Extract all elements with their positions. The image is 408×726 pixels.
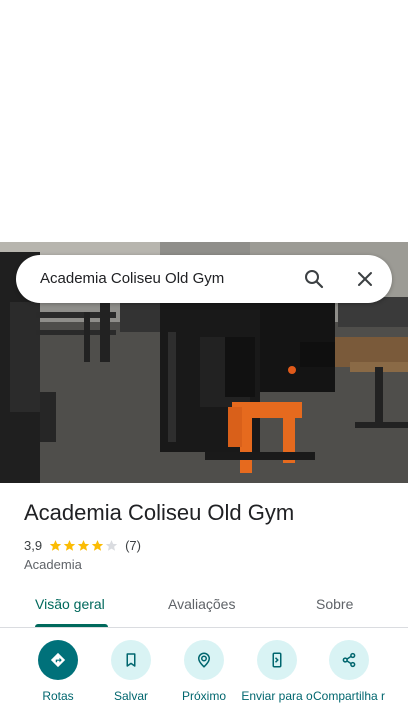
active-tab-indicator bbox=[35, 624, 108, 627]
rating-row[interactable]: 3,9 (7) bbox=[24, 537, 141, 553]
save-label: Salvar bbox=[113, 689, 148, 703]
rating-stars bbox=[49, 539, 119, 552]
nearby-button[interactable]: Próximo bbox=[164, 640, 244, 703]
share-button[interactable]: Compartilha r bbox=[309, 640, 389, 703]
review-count[interactable]: (7) bbox=[125, 538, 141, 553]
send-to-phone-label: Enviar para o bbox=[241, 689, 313, 703]
send-to-phone-button[interactable]: Enviar para o bbox=[237, 640, 317, 703]
share-icon[interactable] bbox=[329, 640, 369, 680]
directions-icon[interactable] bbox=[38, 640, 78, 680]
map-area-blank bbox=[0, 0, 408, 242]
search-icon[interactable] bbox=[302, 267, 326, 291]
star-icon bbox=[91, 539, 104, 551]
close-icon[interactable] bbox=[353, 267, 377, 291]
tab-overview[interactable]: Visão geral bbox=[35, 596, 105, 612]
share-label: Compartilha r bbox=[312, 689, 386, 703]
save-button[interactable]: Salvar bbox=[91, 640, 171, 703]
star-empty-icon bbox=[105, 539, 118, 551]
place-category: Academia bbox=[24, 557, 82, 572]
rating-value: 3,9 bbox=[24, 537, 43, 553]
directions-button[interactable]: Rotas bbox=[18, 640, 98, 703]
bookmark-icon[interactable] bbox=[111, 640, 151, 680]
star-icon bbox=[77, 539, 90, 551]
star-icon bbox=[63, 539, 76, 551]
search-query[interactable]: Academia Coliseu Old Gym bbox=[40, 270, 224, 287]
send-to-phone-icon[interactable] bbox=[257, 640, 297, 680]
tab-reviews[interactable]: Avaliações bbox=[168, 596, 235, 612]
place-title: Academia Coliseu Old Gym bbox=[24, 500, 295, 525]
tab-about[interactable]: Sobre bbox=[316, 596, 353, 612]
search-bar[interactable]: Academia Coliseu Old Gym bbox=[16, 255, 392, 303]
action-bar: Rotas Salvar Próximo Enviar para o Compa… bbox=[0, 640, 408, 726]
nearby-label: Próximo bbox=[181, 689, 226, 703]
star-icon bbox=[49, 539, 62, 551]
tab-bar: Visão geral Avaliações Sobre bbox=[0, 582, 408, 628]
directions-label: Rotas bbox=[42, 689, 74, 703]
nearby-icon[interactable] bbox=[184, 640, 224, 680]
